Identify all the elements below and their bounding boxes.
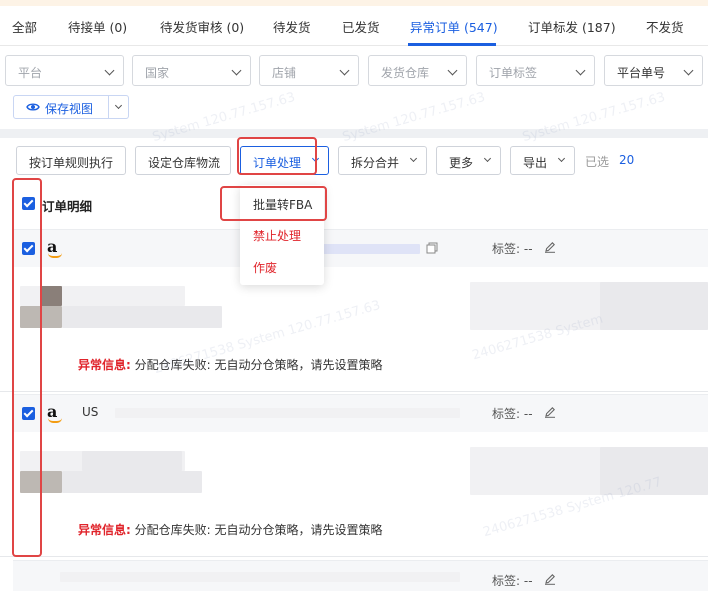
row-divider [0, 556, 708, 557]
exception-key: 异常信息: [78, 523, 131, 537]
save-view-label: 保存视图 [45, 102, 94, 116]
edit-pencil-icon[interactable] [544, 241, 556, 253]
order-checkbox[interactable] [22, 407, 35, 420]
chevron-down-icon [104, 65, 115, 76]
selected-count: 20 [619, 153, 635, 167]
split-merge-button[interactable]: 拆分合并 [338, 146, 427, 175]
execute-by-order-rules-button[interactable]: 按订单规则执行 [16, 146, 126, 175]
order-country: US [82, 405, 99, 419]
menu-item-void[interactable]: 作废 [253, 259, 277, 276]
split-merge-label: 拆分合并 [351, 156, 400, 170]
platform-order-no-label: 平台单号 [617, 66, 666, 80]
order-tag-filter[interactable]: 订单标签 [476, 55, 595, 86]
order-process-dropdown: 批量转FBA 禁止处理 作废 [240, 185, 324, 285]
set-warehouse-logistics-button[interactable]: 设定仓库物流 [135, 146, 231, 175]
product-image-blurred [20, 306, 62, 328]
exception-key: 异常信息: [78, 358, 131, 372]
order-number-blurred [115, 408, 460, 418]
chevron-down-icon [575, 65, 586, 76]
product-image-blurred [41, 286, 62, 306]
platform-filter-placeholder: 平台 [18, 66, 43, 80]
order-tag-label: 标签: -- [492, 242, 533, 256]
export-label: 导出 [523, 156, 548, 170]
country-filter[interactable]: 国家 [132, 55, 251, 86]
order-detail-header: 订单明细 [42, 199, 93, 214]
save-view-group: 保存视图 [13, 95, 129, 119]
amazon-logo-icon: a [44, 402, 66, 425]
menu-item-forbid-processing[interactable]: 禁止处理 [253, 227, 301, 244]
order-row-body: 异常信息: 分配仓库失败: 无自动分仓策略，请先设置策略 [0, 268, 708, 390]
chevron-down-icon [557, 154, 566, 163]
tab-pending-accept[interactable]: 待接单 (0) [68, 17, 127, 36]
chevron-up-icon [311, 154, 320, 163]
selected-label: 已选 [585, 155, 610, 169]
order-tag-filter-placeholder: 订单标签 [489, 66, 538, 80]
order-checkbox[interactable] [22, 242, 35, 255]
active-tab-indicator [408, 43, 496, 46]
exception-info: 异常信息: 分配仓库失败: 无自动分仓策略，请先设置策略 [78, 521, 383, 538]
order-process-label: 订单处理 [253, 156, 302, 170]
chevron-down-icon [231, 65, 242, 76]
product-image-blurred [62, 306, 222, 328]
chevron-down-icon [409, 154, 418, 163]
warehouse-filter-placeholder: 发货仓库 [381, 66, 430, 80]
save-view-dropdown-toggle[interactable] [109, 96, 129, 118]
order-info-blurred [600, 447, 708, 495]
store-filter-placeholder: 店铺 [272, 66, 297, 80]
chevron-down-icon [339, 65, 350, 76]
order-status-tabs: 全部 待接单 (0) 待发货审核 (0) 待发货 已发货 异常订单 (547) … [0, 6, 708, 46]
order-process-button[interactable]: 订单处理 [240, 146, 329, 175]
exception-info: 异常信息: 分配仓库失败: 无自动分仓策略，请先设置策略 [78, 356, 383, 373]
warehouse-filter[interactable]: 发货仓库 [368, 55, 467, 86]
product-image-blurred [62, 471, 202, 493]
order-info-blurred [600, 282, 708, 330]
menu-item-batch-to-fba[interactable]: 批量转FBA [253, 196, 312, 213]
exception-message: 分配仓库失败: 无自动分仓策略，请先设置策略 [134, 358, 383, 372]
tab-shipped[interactable]: 已发货 [342, 17, 380, 36]
more-button[interactable]: 更多 [436, 146, 501, 175]
tab-pending-ship-review[interactable]: 待发货审核 (0) [160, 17, 244, 36]
save-view-button[interactable]: 保存视图 [14, 96, 108, 118]
country-filter-placeholder: 国家 [145, 66, 170, 80]
section-separator [0, 129, 708, 138]
order-row-body: 异常信息: 分配仓库失败: 无自动分仓策略，请先设置策略 [0, 433, 708, 555]
copy-icon[interactable] [426, 242, 438, 254]
row-divider [0, 391, 708, 392]
store-filter[interactable]: 店铺 [259, 55, 359, 86]
tab-all[interactable]: 全部 [12, 17, 37, 36]
amazon-logo-icon: a [44, 237, 66, 260]
set-warehouse-logistics-label: 设定仓库物流 [148, 156, 221, 170]
tab-no-ship[interactable]: 不发货 [646, 17, 684, 36]
tab-pending-ship[interactable]: 待发货 [273, 17, 311, 36]
more-label: 更多 [449, 156, 474, 170]
product-image-blurred [20, 471, 62, 493]
chevron-down-icon [447, 65, 458, 76]
chevron-down-icon [483, 154, 492, 163]
tab-exception-orders[interactable]: 异常订单 (547) [410, 17, 498, 36]
product-image-blurred [82, 451, 182, 471]
platform-filter[interactable]: 平台 [5, 55, 124, 86]
order-number-blurred [60, 572, 460, 582]
edit-pencil-icon[interactable] [544, 406, 556, 418]
order-tag-label: 标签: -- [492, 407, 533, 421]
select-all-checkbox[interactable] [22, 197, 35, 210]
edit-pencil-icon[interactable] [544, 573, 556, 585]
order-tag-label: 标签: -- [492, 574, 533, 588]
export-button[interactable]: 导出 [510, 146, 575, 175]
exception-message: 分配仓库失败: 无自动分仓策略，请先设置策略 [134, 523, 383, 537]
platform-order-no-select[interactable]: 平台单号 [604, 55, 703, 86]
execute-by-order-rules-label: 按订单规则执行 [29, 156, 114, 170]
eye-icon [26, 103, 40, 111]
chevron-down-icon [683, 65, 694, 76]
chevron-down-icon [114, 101, 123, 110]
tab-order-mark[interactable]: 订单标发 (187) [528, 17, 616, 36]
